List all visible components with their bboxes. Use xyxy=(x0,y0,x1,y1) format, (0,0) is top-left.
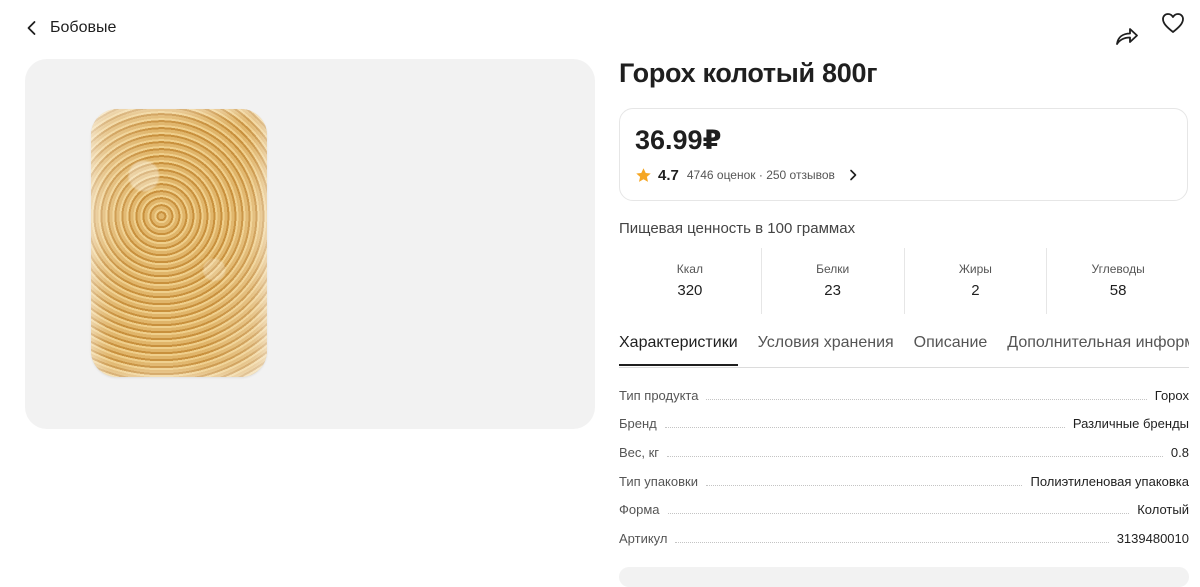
specs-list: Тип продукта Горох Бренд Различные бренд… xyxy=(619,381,1189,553)
spec-leader xyxy=(705,484,1023,486)
spec-leader xyxy=(675,541,1109,543)
rating-link[interactable]: 4.7 4746 оценок · 250 отзывов xyxy=(635,165,859,185)
spec-value: 0.8 xyxy=(1170,444,1189,460)
nutrition-value: 2 xyxy=(971,282,980,299)
spec-row: Тип продукта Горох xyxy=(619,381,1189,410)
spec-label: Тип упаковки xyxy=(619,473,698,489)
tab-storage[interactable]: Условия хранения xyxy=(758,322,894,366)
spec-row: Бренд Различные бренды xyxy=(619,410,1189,439)
tab-additional-info[interactable]: Дополнительная информация xyxy=(1007,322,1189,366)
product-tabs: Характеристики Условия хранения Описание До… xyxy=(619,322,1189,368)
rating-value: 4.7 xyxy=(658,166,679,184)
spec-leader xyxy=(706,398,1147,400)
nutrition-label: Жиры xyxy=(958,262,992,276)
spec-label: Форма xyxy=(619,502,660,518)
chevron-right-icon xyxy=(850,169,857,181)
nutrition-item-carbs: Углеводы 58 xyxy=(1047,248,1189,314)
spec-row: Артикул 3139480010 xyxy=(619,524,1189,553)
nutrition-item-fat: Жиры 2 xyxy=(905,248,1048,314)
back-button[interactable]: Бобовые xyxy=(24,14,116,42)
spec-value: Горох xyxy=(1154,387,1189,403)
next-section-card xyxy=(619,567,1189,587)
product-image xyxy=(91,109,267,377)
spec-label: Тип продукта xyxy=(619,387,699,403)
spec-label: Вес, кг xyxy=(619,444,660,460)
chevron-left-icon xyxy=(27,21,36,35)
tab-description[interactable]: Описание xyxy=(914,322,988,366)
nutrition-value: 23 xyxy=(824,282,841,299)
product-title: Горох колотый 800г xyxy=(619,58,878,88)
nutrition-item-kcal: Ккал 320 xyxy=(619,248,762,314)
nutrition-value: 58 xyxy=(1109,282,1127,299)
nutrition-value: 320 xyxy=(677,282,703,299)
spec-leader xyxy=(667,513,1130,515)
nutrition-title: Пищевая ценность в 100 граммах xyxy=(619,220,856,237)
spec-value: Различные бренды xyxy=(1072,416,1189,432)
back-label: Бобовые xyxy=(50,19,117,36)
heart-icon[interactable] xyxy=(1160,10,1186,36)
tab-characteristics[interactable]: Характеристики xyxy=(619,322,738,366)
spec-row: Тип упаковки Полиэтиленовая упаковка xyxy=(619,467,1189,496)
spec-row: Вес, кг 0.8 xyxy=(619,438,1189,467)
spec-value: Полиэтиленовая упаковка xyxy=(1030,473,1189,489)
nutrition-label: Углеводы xyxy=(1091,262,1145,276)
reviews-summary: 4746 оценок · 250 отзывов xyxy=(686,168,835,182)
product-image-card[interactable] xyxy=(25,59,595,429)
spec-row: Форма Колотый xyxy=(619,495,1189,524)
spec-value: Колотый xyxy=(1137,502,1189,518)
spec-value: 3139480010 xyxy=(1116,530,1189,546)
spec-leader xyxy=(667,455,1163,457)
share-icon[interactable] xyxy=(1114,24,1140,48)
product-price: 36.99₽ xyxy=(635,125,722,155)
nutrition-table: Ккал 320 Белки 23 Жиры 2 Углеводы 58 xyxy=(619,248,1189,314)
spec-label: Бренд xyxy=(619,416,657,432)
star-icon xyxy=(636,167,651,182)
price-card: 36.99₽ 4.7 4746 оценок · 250 отзывов xyxy=(619,108,1188,201)
spec-leader xyxy=(664,427,1065,429)
nutrition-item-protein: Белки 23 xyxy=(762,248,905,314)
spec-label: Артикул xyxy=(619,530,668,546)
nutrition-label: Ккал xyxy=(676,262,703,276)
nutrition-label: Белки xyxy=(816,262,850,276)
